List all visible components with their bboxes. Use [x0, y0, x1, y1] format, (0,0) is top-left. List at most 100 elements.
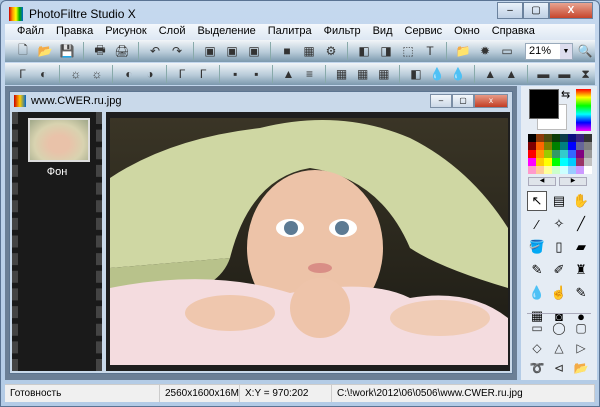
filter-tool-icon[interactable]: Γ [173, 65, 192, 83]
palette-swatch[interactable] [552, 158, 560, 166]
chevron-down-icon[interactable]: ▼ [560, 43, 572, 59]
save-icon[interactable]: 💾 [57, 42, 77, 60]
polygon-lasso-icon[interactable]: ⊲ [549, 359, 569, 377]
color-spectrum[interactable] [576, 89, 591, 131]
paste-image-icon[interactable]: ▣ [200, 42, 220, 60]
palette-swatch[interactable] [584, 158, 592, 166]
rectangle-icon[interactable]: ▭ [527, 319, 547, 337]
filter-tool-icon[interactable]: ☼ [87, 65, 106, 83]
palette-swatch[interactable] [528, 150, 536, 158]
rounded-rect-icon[interactable]: ▢ [571, 319, 591, 337]
magic-wand-icon[interactable]: ✧ [549, 214, 569, 234]
zoom-in-icon[interactable]: 🔍 [575, 42, 595, 60]
palette-swatch[interactable] [576, 142, 584, 150]
fill-icon[interactable]: 🪣 [527, 237, 547, 257]
open-folder-icon[interactable]: 📂 [571, 359, 591, 377]
explorer-icon[interactable]: 📁 [453, 42, 473, 60]
palette-swatch[interactable] [584, 150, 592, 158]
open-icon[interactable]: 📂 [35, 42, 55, 60]
palette-swatch[interactable] [560, 134, 568, 142]
print-icon[interactable]: 🖶 [90, 42, 110, 60]
pointer-icon[interactable]: ↖ [527, 191, 547, 211]
palette-swatch[interactable] [528, 134, 536, 142]
menu-item[interactable]: Файл [11, 24, 50, 40]
palette-swatch[interactable] [544, 142, 552, 150]
smudge-icon[interactable]: ☝ [549, 283, 569, 303]
layer-thumbnail[interactable] [28, 118, 90, 162]
redo-icon[interactable]: ↷ [167, 42, 187, 60]
palette-icon[interactable]: ▦ [299, 42, 319, 60]
menu-item[interactable]: Сервис [399, 24, 449, 40]
menu-item[interactable]: Правка [50, 24, 99, 40]
menu-item[interactable]: Вид [367, 24, 399, 40]
palette-swatch[interactable] [544, 134, 552, 142]
close-button[interactable]: X [549, 2, 593, 19]
menu-item[interactable]: Фильтр [318, 24, 367, 40]
palette-swatch[interactable] [528, 142, 536, 150]
palette-swatch[interactable] [576, 158, 584, 166]
palette-swatch[interactable] [536, 166, 544, 174]
palette-swatch[interactable] [536, 134, 544, 142]
palette-swatch[interactable] [536, 150, 544, 158]
palette-swatch[interactable] [560, 150, 568, 158]
palette-swatch[interactable] [536, 158, 544, 166]
foreground-color-swatch[interactable] [529, 89, 559, 119]
filter-tool-icon[interactable]: 💧 [449, 65, 468, 83]
palette-swatch[interactable] [560, 166, 568, 174]
filter-tool-icon[interactable]: 💧 [427, 65, 446, 83]
menu-item[interactable]: Окно [448, 24, 486, 40]
menu-item[interactable]: Палитра [262, 24, 318, 40]
filter-tool-icon[interactable]: ≡ [300, 65, 319, 83]
gradient-icon[interactable]: ■ [277, 42, 297, 60]
filter-tool-icon[interactable]: ▲ [481, 65, 500, 83]
triangle-right-icon[interactable]: ▷ [571, 339, 591, 357]
select-icon[interactable]: ⬚ [398, 42, 418, 60]
filter-tool-icon[interactable]: ▦ [374, 65, 393, 83]
stamp-icon[interactable]: ♜ [571, 260, 591, 280]
filter-tool-icon[interactable]: ▲ [279, 65, 298, 83]
menu-item[interactable]: Слой [153, 24, 192, 40]
filter-tool-icon[interactable]: ◐ [119, 65, 138, 83]
palette-swatch[interactable] [560, 158, 568, 166]
new-icon[interactable]: 🗋 [13, 42, 33, 60]
filter-tool-icon[interactable]: Γ [13, 65, 32, 83]
palette-swatch[interactable] [584, 142, 592, 150]
preferences-icon[interactable]: ▭ [497, 42, 517, 60]
palette-swatch[interactable] [552, 142, 560, 150]
palette-swatch[interactable] [536, 142, 544, 150]
swap-colors-icon[interactable]: ⇆ [561, 88, 570, 101]
triangle-icon[interactable]: △ [549, 339, 569, 357]
palette-swatch[interactable] [544, 150, 552, 158]
palette-swatch[interactable] [568, 134, 576, 142]
menu-item[interactable]: Рисунок [99, 24, 153, 40]
palette-swatch[interactable] [544, 166, 552, 174]
text-icon[interactable]: T [420, 42, 440, 60]
doc-maximize-button[interactable]: ▢ [452, 94, 474, 108]
lasso-icon[interactable]: ➰ [527, 359, 547, 377]
minimize-button[interactable]: – [497, 2, 523, 19]
menu-item[interactable]: Выделение [191, 24, 261, 40]
brush-icon[interactable]: ✎ [527, 260, 547, 280]
maximize-button[interactable]: ▢ [523, 2, 549, 19]
transform-icon[interactable]: ◧ [354, 42, 374, 60]
eyedropper-icon[interactable]: ⁄ [527, 214, 547, 234]
line-icon[interactable]: ╱ [571, 214, 591, 234]
filter-tool-icon[interactable]: ▲ [502, 65, 521, 83]
crop-icon[interactable]: ◨ [376, 42, 396, 60]
filter-tool-icon[interactable]: Γ [194, 65, 213, 83]
advanced-brush-icon[interactable]: ✐ [549, 260, 569, 280]
palette-swatch[interactable] [544, 158, 552, 166]
plugins-icon[interactable]: ✹ [475, 42, 495, 60]
menu-item[interactable]: Справка [486, 24, 541, 40]
zoom-select[interactable]: 21% ▼ [525, 42, 573, 60]
doc-minimize-button[interactable]: – [430, 94, 452, 108]
selection-icon[interactable]: ▤ [549, 191, 569, 211]
palette-swatch[interactable] [568, 142, 576, 150]
filter-tool-icon[interactable]: ◐ [34, 65, 53, 83]
filter-tool-icon[interactable]: ▦ [353, 65, 372, 83]
deform-icon[interactable]: ✎ [571, 283, 591, 303]
palette-swatch[interactable] [552, 134, 560, 142]
filter-tool-icon[interactable]: ▬ [534, 65, 553, 83]
doc-close-button[interactable]: x [474, 94, 508, 108]
palette-swatch[interactable] [560, 142, 568, 150]
